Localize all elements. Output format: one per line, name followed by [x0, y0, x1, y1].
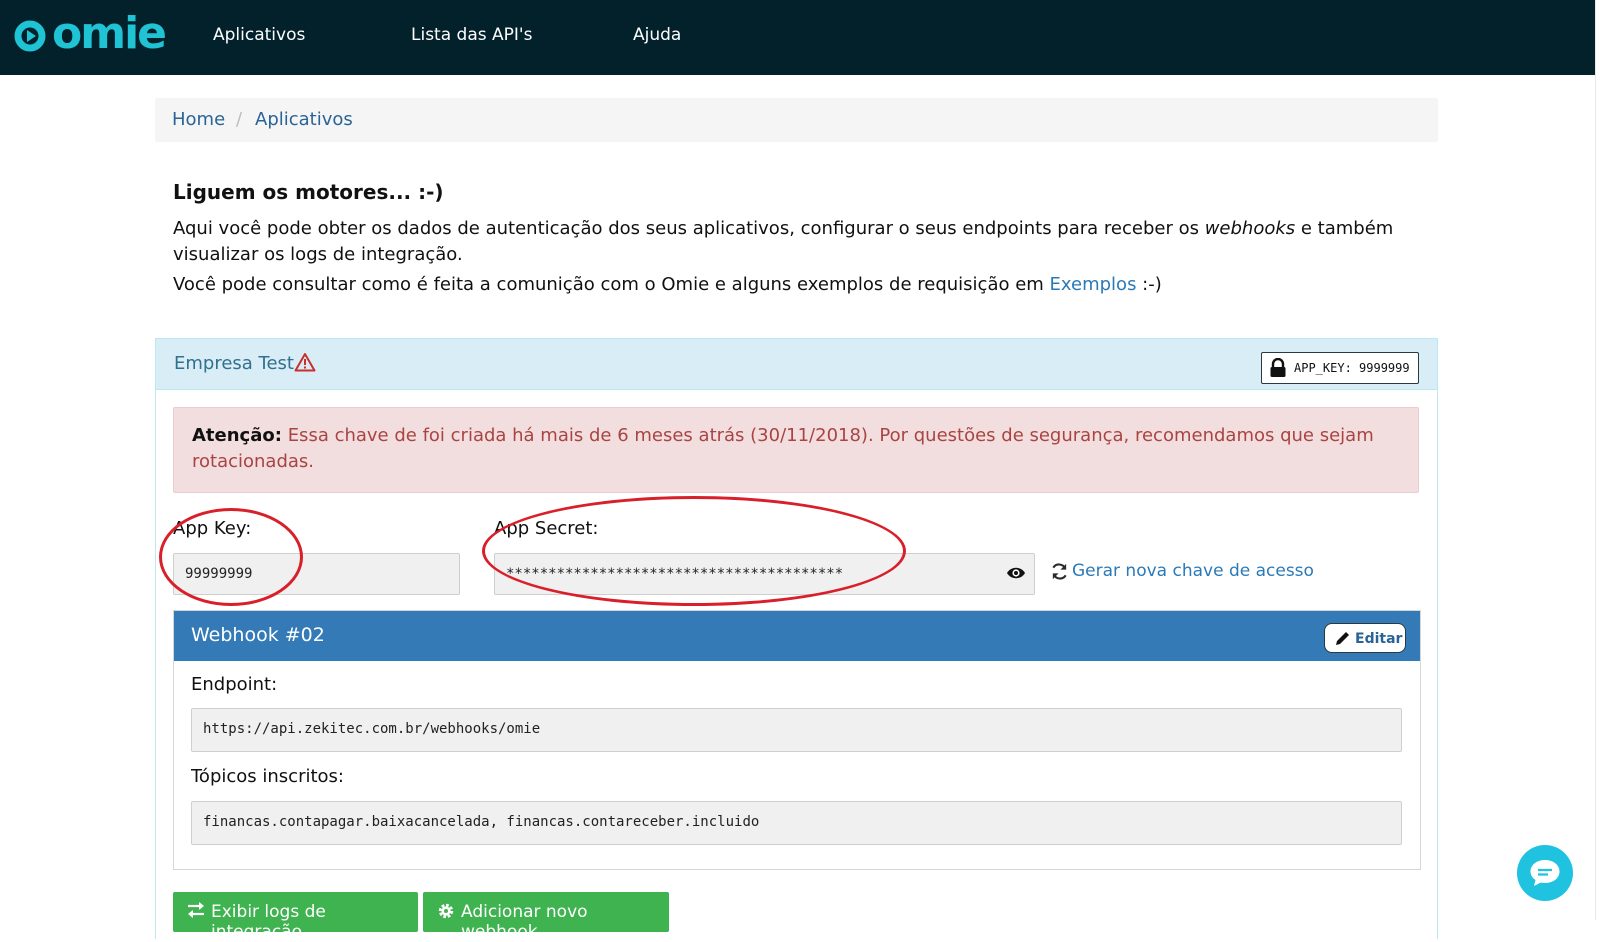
webhook-title: Webhook #02: [191, 624, 325, 646]
warning-icon: [294, 353, 316, 372]
gear-icon: [438, 903, 454, 919]
chat-widget-button[interactable]: [1517, 845, 1573, 901]
company-name: Empresa Test: [174, 353, 294, 374]
app-key-badge-text: APP_KEY: 9999999: [1294, 361, 1410, 375]
intro-text-2a: Você pode consultar como é feita a comun…: [173, 274, 1050, 295]
panel-header: Empresa Test APP_KEY: 9999999: [156, 339, 1437, 390]
page-title: Liguem os motores... :-): [173, 180, 444, 204]
chat-icon: [1530, 860, 1560, 886]
rotation-alert: Atenção: Essa chave de foi criada há mai…: [173, 407, 1419, 493]
top-navbar: omie Aplicativos Lista das API's Ajuda: [0, 0, 1595, 75]
breadcrumb: Home / Aplicativos: [155, 98, 1438, 142]
nav-lista-apis[interactable]: Lista das API's: [411, 25, 532, 45]
logo-play-icon: [14, 20, 46, 52]
refresh-icon[interactable]: [1050, 562, 1069, 581]
alert-label: Atenção:: [192, 425, 282, 446]
exemplos-link[interactable]: Exemplos: [1050, 274, 1137, 295]
app-key-badge[interactable]: APP_KEY: 9999999: [1261, 352, 1419, 384]
add-webhook-label: Adicionar novo webhook: [461, 902, 588, 942]
intro-webhooks-emphasis: webhooks: [1204, 218, 1296, 239]
lock-icon: [1270, 358, 1286, 377]
page-edge: [1595, 0, 1600, 920]
intro-text-2b: :-): [1136, 274, 1162, 295]
intro-text-1c: visualizar os logs de integração.: [173, 244, 463, 265]
regenerate-key-link[interactable]: Gerar nova chave de acesso: [1072, 561, 1314, 581]
edit-webhook-button[interactable]: Editar: [1324, 623, 1406, 653]
annotation-circle-app-secret: [482, 496, 906, 606]
intro-text-1a: Aqui você pode obter os dados de autenti…: [173, 218, 1205, 239]
webhook-header: Webhook #02 Editar: [174, 611, 1420, 661]
intro-paragraph-1: Aqui você pode obter os dados de autenti…: [173, 216, 1393, 268]
breadcrumb-separator: /: [236, 109, 243, 130]
show-logs-button[interactable]: Exibir logs de integração: [173, 892, 418, 942]
exchange-icon: [188, 902, 204, 918]
topics-field[interactable]: financas.contapagar.baixacancelada, fina…: [191, 801, 1402, 845]
nav-ajuda[interactable]: Ajuda: [633, 25, 681, 45]
intro-paragraph-2: Você pode consultar como é feita a comun…: [173, 272, 1162, 298]
nav-aplicativos[interactable]: Aplicativos: [213, 25, 305, 45]
annotation-circle-app-key: [159, 508, 303, 606]
breadcrumb-home[interactable]: Home: [172, 109, 225, 130]
topics-label: Tópicos inscritos:: [191, 766, 344, 787]
eye-icon[interactable]: [1006, 566, 1026, 580]
endpoint-field[interactable]: https://api.zekitec.com.br/webhooks/omie: [191, 708, 1402, 752]
logo-text: omie: [52, 8, 167, 59]
intro-text-1b: e também: [1295, 218, 1394, 239]
add-webhook-button[interactable]: Adicionar novo webhook: [423, 892, 669, 942]
edit-label: Editar: [1355, 631, 1403, 647]
pencil-icon: [1336, 632, 1349, 645]
show-logs-label: Exibir logs de integração: [211, 902, 326, 942]
breadcrumb-aplicativos[interactable]: Aplicativos: [255, 109, 353, 130]
webhook-panel: Webhook #02 Editar Endpoint: https://api…: [173, 610, 1421, 870]
alert-text: Essa chave de foi criada há mais de 6 me…: [192, 425, 1374, 472]
endpoint-label: Endpoint:: [191, 674, 278, 695]
